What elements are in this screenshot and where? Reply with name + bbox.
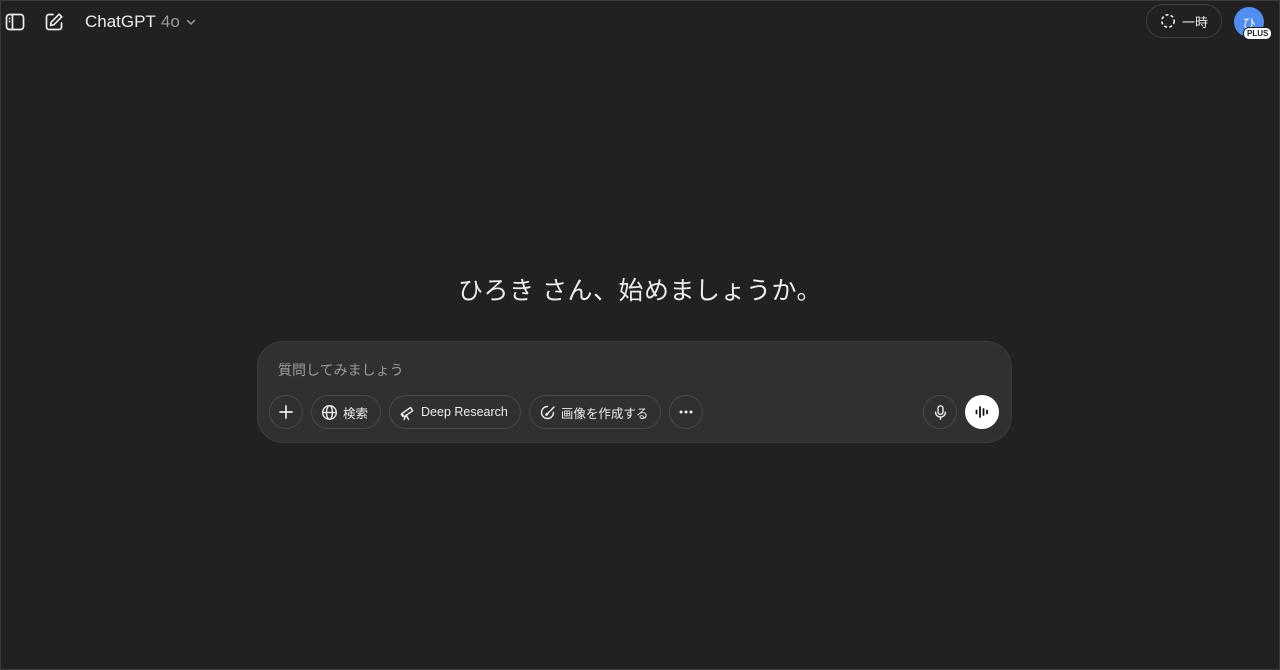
plan-badge: PLUS — [1243, 27, 1273, 40]
greeting-heading: ひろき さん、始めましょうか。 — [458, 277, 822, 305]
temporary-chat-button[interactable]: 一時 — [1146, 4, 1222, 38]
prompt-input[interactable] — [276, 358, 980, 382]
telescope-icon — [400, 406, 414, 420]
deep-research-button[interactable]: Deep Research — [389, 395, 521, 429]
dashed-circle-icon — [1160, 14, 1175, 28]
globe-icon — [321, 404, 338, 420]
top-bar: ChatGPT 4o 一時 ひ PLUS — [1, 1, 1279, 43]
deep-research-label: Deep Research — [421, 405, 508, 419]
plus-icon — [279, 405, 293, 419]
ellipsis-icon — [679, 410, 693, 414]
composer-tools: 検索 Deep Research 画像を作成する — [269, 395, 704, 429]
search-label: 検索 — [343, 406, 369, 421]
sidebar-toggle-icon — [5, 13, 25, 31]
search-button[interactable]: 検索 — [311, 395, 382, 429]
model-selector[interactable]: ChatGPT 4o — [81, 7, 201, 37]
model-version: 4o — [160, 12, 180, 31]
dictate-button[interactable] — [923, 395, 957, 429]
chevron-down-icon — [186, 19, 196, 25]
composer: 検索 Deep Research 画像を作成する — [257, 341, 1012, 443]
create-image-button[interactable]: 画像を作成する — [528, 395, 662, 429]
voice-mode-button[interactable] — [965, 395, 999, 429]
microphone-icon — [934, 404, 946, 420]
create-image-label: 画像を作成する — [560, 406, 649, 421]
new-chat-button[interactable] — [40, 8, 68, 36]
sidebar-toggle-button[interactable] — [1, 8, 29, 36]
edit-icon — [45, 13, 63, 31]
palette-icon — [540, 405, 555, 419]
attach-button[interactable] — [269, 395, 303, 429]
sound-wave-icon — [975, 406, 988, 418]
more-tools-button[interactable] — [669, 395, 704, 429]
model-name: ChatGPT — [85, 12, 156, 31]
app-window: ChatGPT 4o 一時 ひ PLUS ひろき さん、始めましょうか。 質問し… — [0, 0, 1280, 670]
temporary-chat-label: 一時 — [1181, 14, 1208, 30]
